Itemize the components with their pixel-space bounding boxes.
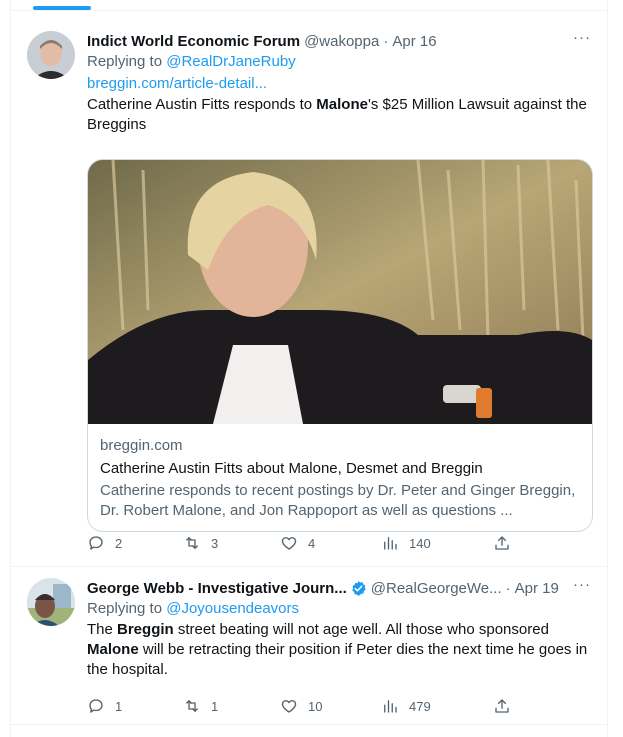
tweet[interactable]: George Webb - Investigative Journ... @Re… bbox=[11, 567, 607, 725]
link-card[interactable]: breggin.com Catherine Austin Fitts about… bbox=[87, 159, 593, 532]
share-button[interactable] bbox=[493, 697, 511, 715]
like-button[interactable]: 4 bbox=[280, 534, 315, 552]
highlighted-term: Malone bbox=[316, 96, 368, 113]
handle[interactable]: @RealGeorgeWe... bbox=[371, 580, 502, 597]
tweet-link[interactable]: breggin.com/article-detail... bbox=[87, 74, 591, 94]
timestamp[interactable]: Apr 16 bbox=[392, 33, 436, 50]
retweet-button[interactable]: 3 bbox=[183, 534, 218, 552]
verified-icon bbox=[352, 580, 366, 596]
card-domain: breggin.com bbox=[100, 437, 183, 454]
text-part: street beating will not age well. All th… bbox=[173, 621, 549, 638]
reply-icon bbox=[89, 699, 103, 713]
tweet-text: Catherine Austin Fitts responds to Malon… bbox=[87, 95, 591, 135]
handle[interactable]: @wakoppa bbox=[304, 33, 379, 50]
like-count: 4 bbox=[308, 535, 316, 551]
retweet-icon bbox=[186, 700, 198, 712]
reply-button[interactable]: 2 bbox=[87, 534, 122, 552]
replying-prefix: Replying to bbox=[87, 53, 163, 70]
share-button[interactable] bbox=[493, 534, 511, 552]
views-icon bbox=[384, 537, 397, 550]
highlighted-term: Breggin bbox=[117, 621, 174, 638]
replying-to: Replying to @Joyousendeavors bbox=[87, 599, 591, 619]
card-title[interactable]: Catherine Austin Fitts about Malone, Des… bbox=[100, 459, 580, 479]
views-button[interactable]: 140 bbox=[381, 534, 431, 552]
retweet-icon bbox=[186, 537, 198, 549]
views-count: 479 bbox=[409, 698, 431, 714]
views-button[interactable]: 479 bbox=[381, 697, 431, 715]
views-count: 140 bbox=[409, 535, 431, 551]
retweet-count: 3 bbox=[211, 535, 219, 551]
display-name[interactable]: George Webb - Investigative Journ... bbox=[87, 580, 347, 597]
text-part: The bbox=[87, 621, 118, 638]
replying-prefix: Replying to bbox=[87, 600, 163, 617]
reply-button[interactable]: 1 bbox=[87, 697, 122, 715]
card-description: Catherine responds to recent postings by… bbox=[100, 482, 576, 519]
like-icon bbox=[281, 700, 297, 713]
like-icon bbox=[281, 537, 297, 550]
reply-count: 2 bbox=[115, 535, 123, 551]
mention-link[interactable]: @Joyousendeavors bbox=[166, 600, 299, 617]
tweet-text: The Breggin street beating will not age … bbox=[87, 620, 591, 680]
tweet[interactable]: Indict World Economic Forum @wakoppa · A… bbox=[11, 11, 607, 567]
mention-link[interactable]: @RealDrJaneRuby bbox=[166, 53, 295, 70]
reply-count: 1 bbox=[115, 698, 123, 714]
avatar[interactable] bbox=[27, 31, 75, 79]
separator-dot: · bbox=[383, 32, 389, 50]
more-icon[interactable]: ··· bbox=[573, 576, 591, 593]
retweet-count: 1 bbox=[211, 698, 219, 714]
card-image[interactable] bbox=[88, 160, 592, 424]
timeline: Indict World Economic Forum @wakoppa · A… bbox=[10, 0, 608, 737]
like-button[interactable]: 10 bbox=[280, 697, 322, 715]
more-icon[interactable]: ··· bbox=[573, 29, 591, 46]
reply-icon bbox=[89, 536, 103, 550]
retweet-button[interactable]: 1 bbox=[183, 697, 218, 715]
display-name[interactable]: Indict World Economic Forum bbox=[87, 33, 300, 50]
share-icon bbox=[495, 699, 509, 713]
replying-to: Replying to @RealDrJaneRuby bbox=[87, 52, 591, 72]
separator-dot: · bbox=[505, 579, 511, 597]
views-icon bbox=[384, 700, 397, 713]
text-part: will be retracting their position if Pet… bbox=[87, 641, 588, 678]
highlighted-term: Malone bbox=[87, 641, 139, 658]
text-part: Catherine Austin Fitts responds to bbox=[87, 96, 317, 113]
timestamp[interactable]: Apr 19 bbox=[515, 580, 559, 597]
share-icon bbox=[495, 536, 509, 550]
active-tab-indicator bbox=[33, 6, 91, 10]
like-count: 10 bbox=[308, 698, 323, 714]
avatar[interactable] bbox=[27, 578, 75, 626]
